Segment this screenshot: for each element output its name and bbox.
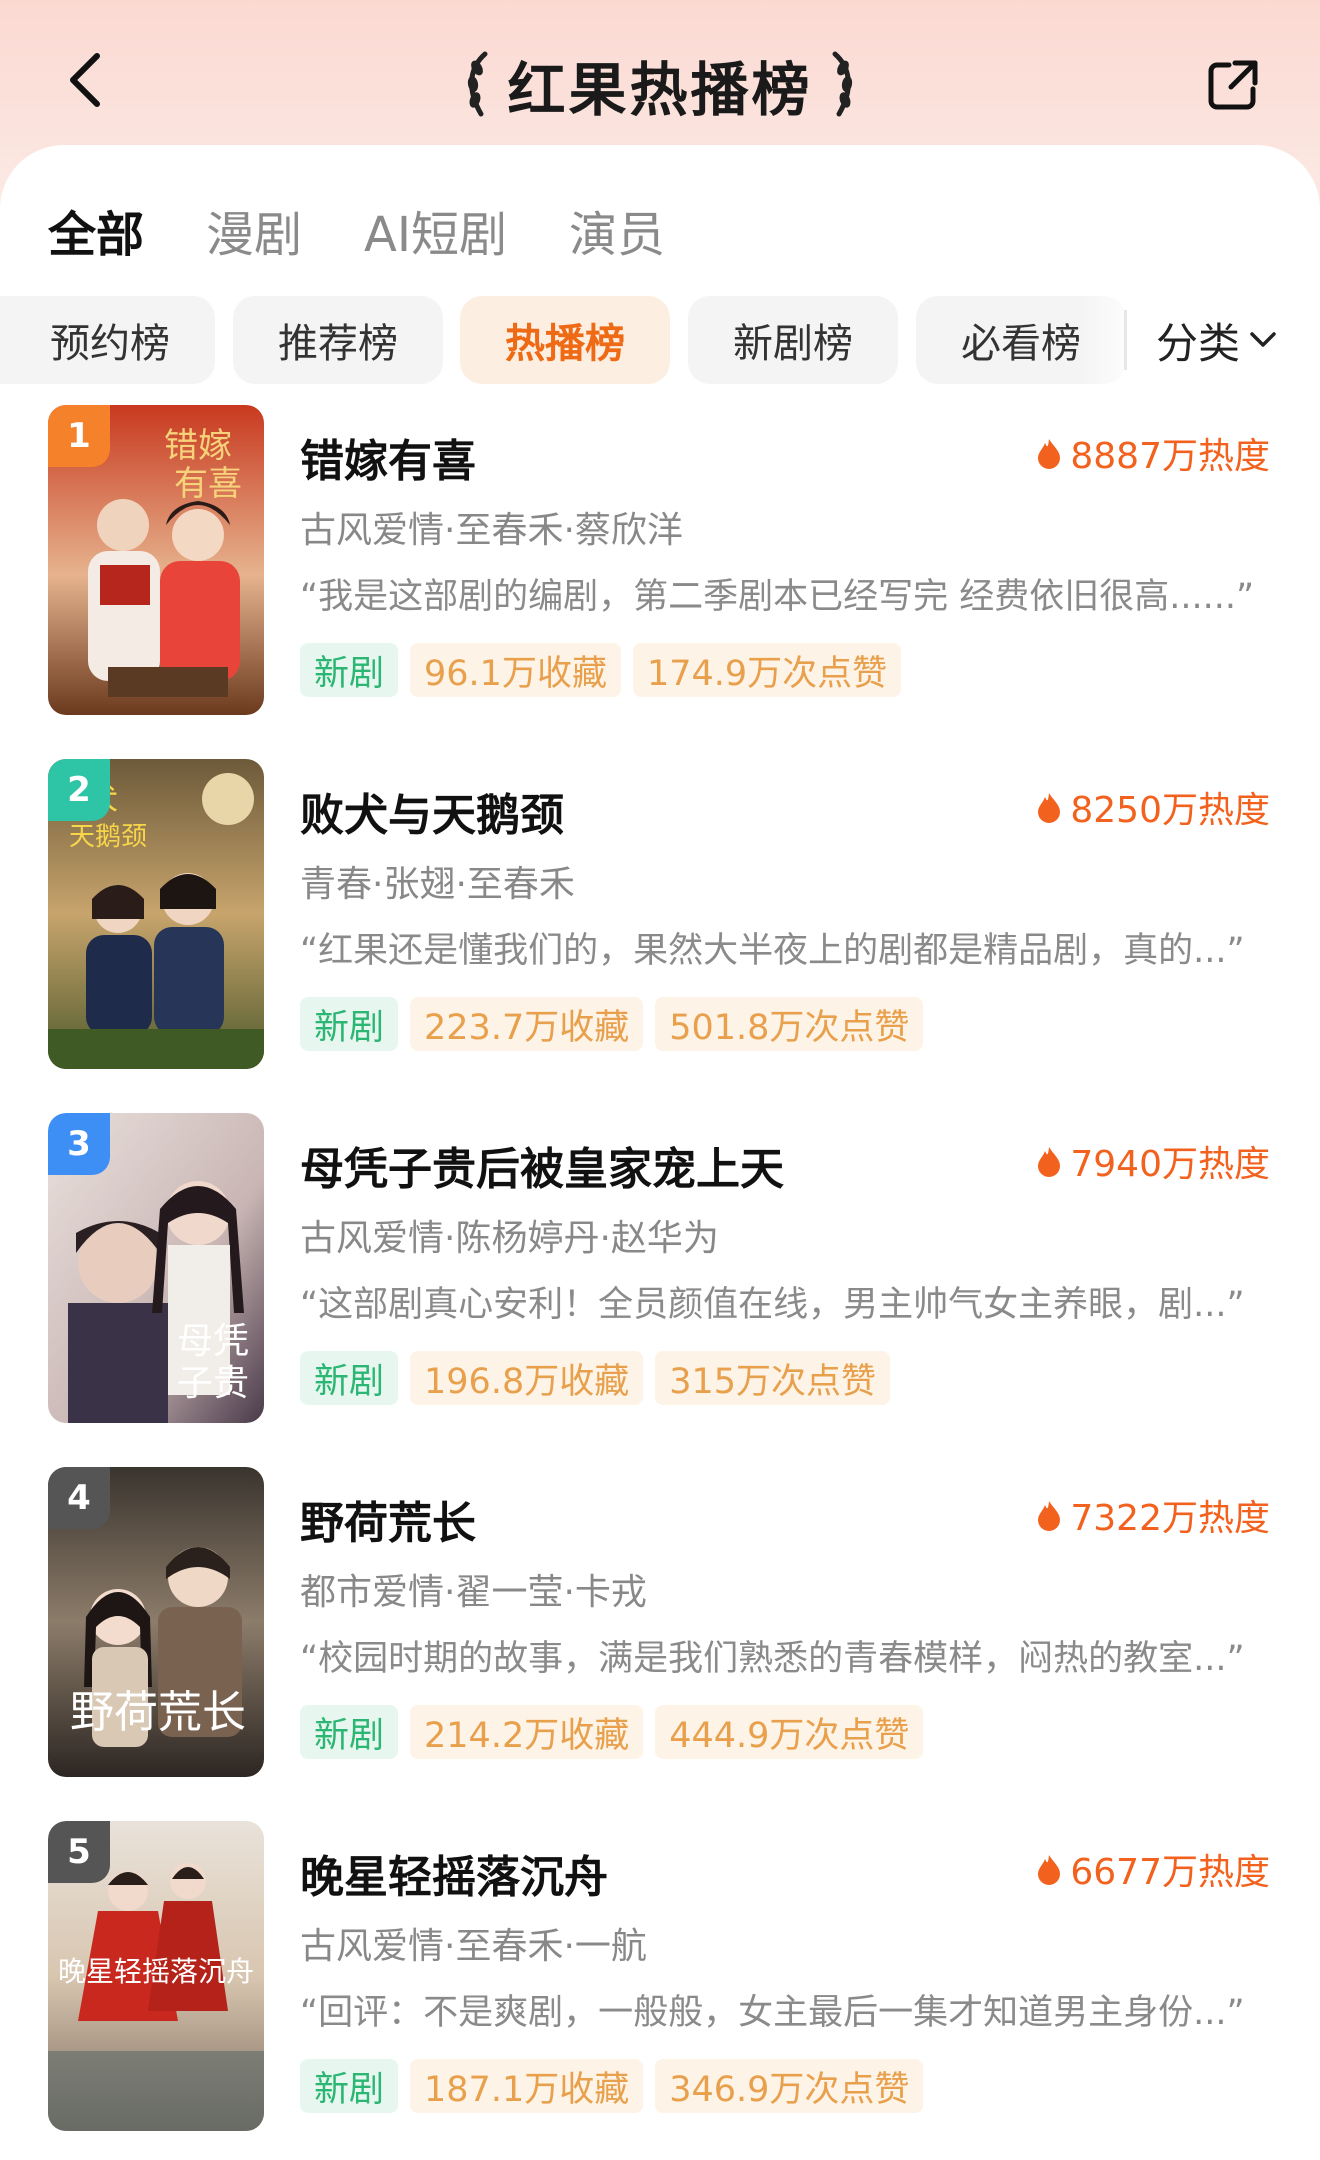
ranking-chips: 预约榜 推荐榜 热播榜 新剧榜 必看榜 分类 <box>0 296 1320 386</box>
heat-indicator: 7940万热度 <box>1036 1135 1270 1187</box>
favorites-count: 187.1万收藏 <box>410 2059 644 2113</box>
drama-title[interactable]: 野荷荒长 <box>300 1487 476 1551</box>
svg-text:母凭: 母凭 <box>177 1321 249 1362</box>
flame-icon <box>1038 439 1061 469</box>
heat-indicator: 8250万热度 <box>1036 781 1270 833</box>
svg-text:天鹅颈: 天鹅颈 <box>69 822 147 852</box>
new-badge: 新剧 <box>300 1705 399 1759</box>
drama-meta: 古风爱情·至春禾·一航 <box>300 1926 647 1967</box>
category-dropdown[interactable]: 分类 <box>1156 296 1278 384</box>
category-label: 分类 <box>1156 318 1241 368</box>
heat-value: 8887万热度 <box>1070 436 1270 477</box>
heat-indicator: 8887万热度 <box>1036 427 1270 479</box>
new-badge: 新剧 <box>300 643 399 697</box>
flame-icon <box>1038 1855 1061 1885</box>
drama-comment: “回评：不是爽剧，一般般，女主最后一集才知道男主身份...” <box>300 1993 1245 2033</box>
chevron-down-icon <box>1250 332 1276 347</box>
drama-tags: 新剧 196.8万收藏 315万次点赞 <box>300 1351 891 1405</box>
list-item[interactable]: 败犬 天鹅颈 2 败犬与天鹅颈 8250万热度 青春·张翅·至春禾 “红果还是懂… <box>0 759 1320 1069</box>
rank-badge: 5 <box>48 1821 110 1883</box>
drama-tags: 新剧 187.1万收藏 346.9万次点赞 <box>300 2059 924 2113</box>
rank-badge: 2 <box>48 759 110 821</box>
drama-tags: 新剧 96.1万收藏 174.9万次点赞 <box>300 643 902 697</box>
drama-meta: 青春·张翅·至春禾 <box>300 864 575 905</box>
list-item[interactable]: 母凭 子贵 3 母凭子贵后被皇家宠上天 7940万热度 古风爱情·陈杨婷丹·赵华… <box>0 1113 1320 1423</box>
page-title: 红果热播榜 <box>507 56 813 124</box>
chip-hot[interactable]: 热播榜 <box>460 296 670 384</box>
poster[interactable]: 晚星轻摇落沉舟 5 <box>48 1821 264 2131</box>
svg-text:子贵: 子贵 <box>177 1363 249 1404</box>
likes-count: 444.9万次点赞 <box>655 1705 924 1759</box>
laurel-right-icon <box>832 51 852 117</box>
drama-meta: 都市爱情·翟一莹·卡戎 <box>300 1572 647 1613</box>
new-badge: 新剧 <box>300 1351 399 1405</box>
heat-indicator: 7322万热度 <box>1036 1489 1270 1541</box>
chip-divider <box>1124 310 1127 370</box>
tab-manju[interactable]: 漫剧 <box>206 195 302 265</box>
svg-text:错嫁: 错嫁 <box>164 426 232 466</box>
flame-icon <box>1038 793 1061 823</box>
heat-indicator: 6677万热度 <box>1036 1843 1270 1895</box>
svg-text:晚星轻摇落沉舟: 晚星轻摇落沉舟 <box>58 1955 254 1988</box>
heat-value: 8250万热度 <box>1070 790 1270 831</box>
drama-comment: “校园时期的故事，满是我们熟悉的青春模样，闷热的教室...” <box>300 1639 1245 1679</box>
list-item[interactable]: 野荷荒长 4 野荷荒长 7322万热度 都市爱情·翟一莹·卡戎 “校园时期的故事… <box>0 1467 1320 1777</box>
chip-recommend[interactable]: 推荐榜 <box>233 296 443 384</box>
likes-count: 501.8万次点赞 <box>655 997 924 1051</box>
favorites-count: 96.1万收藏 <box>410 643 621 697</box>
likes-count: 315万次点赞 <box>655 1351 891 1405</box>
list-item[interactable]: 错嫁 有喜 1 错嫁有喜 8887万热度 古风爱情·至春禾·蔡欣洋 “我是这部剧… <box>0 405 1320 715</box>
flame-icon <box>1038 1147 1061 1177</box>
rank-badge: 4 <box>48 1467 110 1529</box>
heat-value: 7940万热度 <box>1070 1144 1270 1185</box>
svg-text:有喜: 有喜 <box>174 464 242 504</box>
tab-all[interactable]: 全部 <box>48 195 144 265</box>
drama-title[interactable]: 错嫁有喜 <box>300 425 476 489</box>
heat-value: 7322万热度 <box>1070 1498 1270 1539</box>
share-icon <box>1208 60 1258 110</box>
drama-comment: “红果还是懂我们的，果然大半夜上的剧都是精品剧，真的...” <box>300 931 1245 971</box>
poster[interactable]: 错嫁 有喜 1 <box>48 405 264 715</box>
new-badge: 新剧 <box>300 2059 399 2113</box>
drama-title[interactable]: 晚星轻摇落沉舟 <box>300 1841 608 1905</box>
tab-actors[interactable]: 演员 <box>569 195 665 265</box>
header: 红果热播榜 <box>0 0 1320 150</box>
drama-tags: 新剧 223.7万收藏 501.8万次点赞 <box>300 997 924 1051</box>
list-item[interactable]: 晚星轻摇落沉舟 5 晚星轻摇落沉舟 6677万热度 古风爱情·至春禾·一航 “回… <box>0 1821 1320 2131</box>
drama-title[interactable]: 败犬与天鹅颈 <box>300 779 564 843</box>
drama-title[interactable]: 母凭子贵后被皇家宠上天 <box>300 1133 784 1197</box>
chip-fade <box>1080 296 1140 384</box>
drama-meta: 古风爱情·陈杨婷丹·赵华为 <box>300 1218 719 1259</box>
svg-text:野荷荒长: 野荷荒长 <box>70 1687 246 1738</box>
rank-badge: 3 <box>48 1113 110 1175</box>
drama-meta: 古风爱情·至春禾·蔡欣洋 <box>300 510 683 551</box>
drama-comment: “我是这部剧的编剧，第二季剧本已经写完 经费依旧很高......” <box>300 577 1255 617</box>
likes-count: 346.9万次点赞 <box>655 2059 924 2113</box>
likes-count: 174.9万次点赞 <box>632 643 902 697</box>
poster[interactable]: 母凭 子贵 3 <box>48 1113 264 1423</box>
favorites-count: 214.2万收藏 <box>410 1705 644 1759</box>
new-badge: 新剧 <box>300 997 399 1051</box>
heat-value: 6677万热度 <box>1070 1852 1270 1893</box>
favorites-count: 223.7万收藏 <box>410 997 644 1051</box>
tab-ai-short[interactable]: AI短剧 <box>364 195 507 265</box>
drama-comment: “这部剧真心安利！全员颜值在线，男主帅气女主养眼，剧...” <box>300 1285 1245 1325</box>
flame-icon <box>1038 1501 1061 1531</box>
chip-reservation[interactable]: 预约榜 <box>0 296 215 384</box>
rank-badge: 1 <box>48 405 110 467</box>
laurel-left-icon <box>468 51 488 117</box>
chip-new[interactable]: 新剧榜 <box>688 296 898 384</box>
drama-tags: 新剧 214.2万收藏 444.9万次点赞 <box>300 1705 924 1759</box>
share-button[interactable] <box>1198 50 1268 120</box>
title-wrap: 红果热播榜 <box>0 40 1320 130</box>
favorites-count: 196.8万收藏 <box>410 1351 644 1405</box>
poster[interactable]: 野荷荒长 4 <box>48 1467 264 1777</box>
category-tabs: 全部 漫剧 AI短剧 演员 <box>48 195 665 265</box>
poster[interactable]: 败犬 天鹅颈 2 <box>48 759 264 1069</box>
